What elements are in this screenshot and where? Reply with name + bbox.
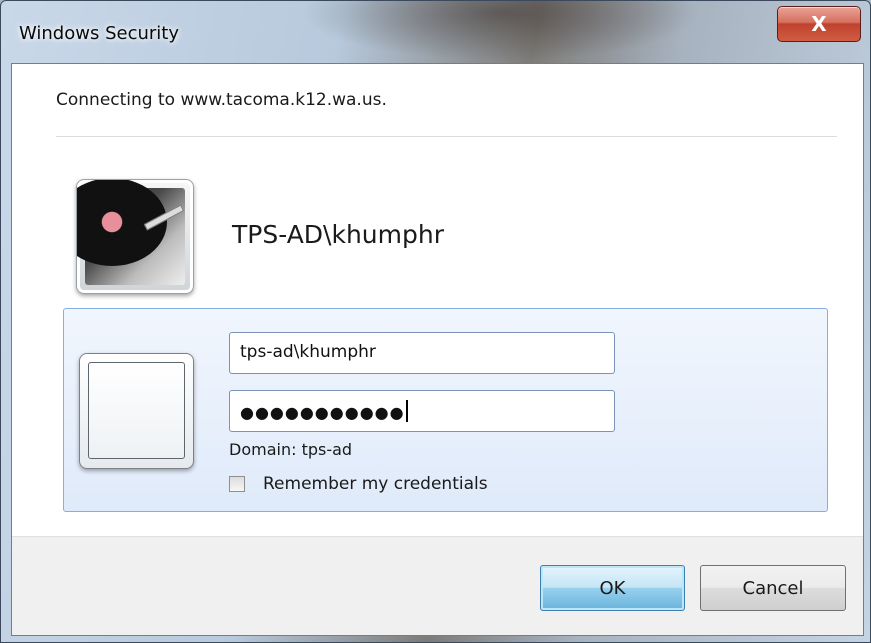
blank-user-tile bbox=[79, 353, 194, 469]
turntable-icon bbox=[77, 180, 185, 285]
close-icon: X bbox=[811, 12, 827, 36]
close-button[interactable]: X bbox=[777, 6, 861, 42]
ok-button[interactable]: OK bbox=[540, 565, 685, 611]
username-value: tps-ad\khumphr bbox=[240, 342, 376, 362]
account-name: TPS-AD\khumphr bbox=[232, 220, 444, 249]
password-value: ●●●●●●●●●●● bbox=[240, 403, 405, 422]
button-bar: OK Cancel bbox=[12, 536, 863, 635]
domain-label: Domain: tps-ad bbox=[229, 440, 353, 459]
window-title: Windows Security bbox=[19, 23, 179, 44]
user-picture-tile[interactable] bbox=[76, 179, 194, 294]
dialog-client-area: Connecting to www.tacoma.k12.wa.us. TPS-… bbox=[11, 63, 864, 636]
cancel-button[interactable]: Cancel bbox=[700, 565, 846, 611]
divider bbox=[56, 136, 837, 137]
remember-checkbox[interactable] bbox=[229, 476, 245, 492]
connecting-message: Connecting to www.tacoma.k12.wa.us. bbox=[56, 90, 387, 110]
remember-label[interactable]: Remember my credentials bbox=[263, 474, 488, 494]
username-field[interactable]: tps-ad\khumphr bbox=[229, 332, 615, 374]
password-field[interactable]: ●●●●●●●●●●● bbox=[229, 390, 615, 432]
credential-panel[interactable]: tps-ad\khumphr ●●●●●●●●●●● Domain: tps-a… bbox=[63, 308, 828, 512]
blank-picture-icon bbox=[88, 362, 185, 459]
text-caret bbox=[405, 400, 408, 422]
window-frame: Windows Security X Connecting to www.tac… bbox=[0, 0, 871, 643]
remember-credentials-row[interactable]: Remember my credentials bbox=[229, 474, 488, 494]
